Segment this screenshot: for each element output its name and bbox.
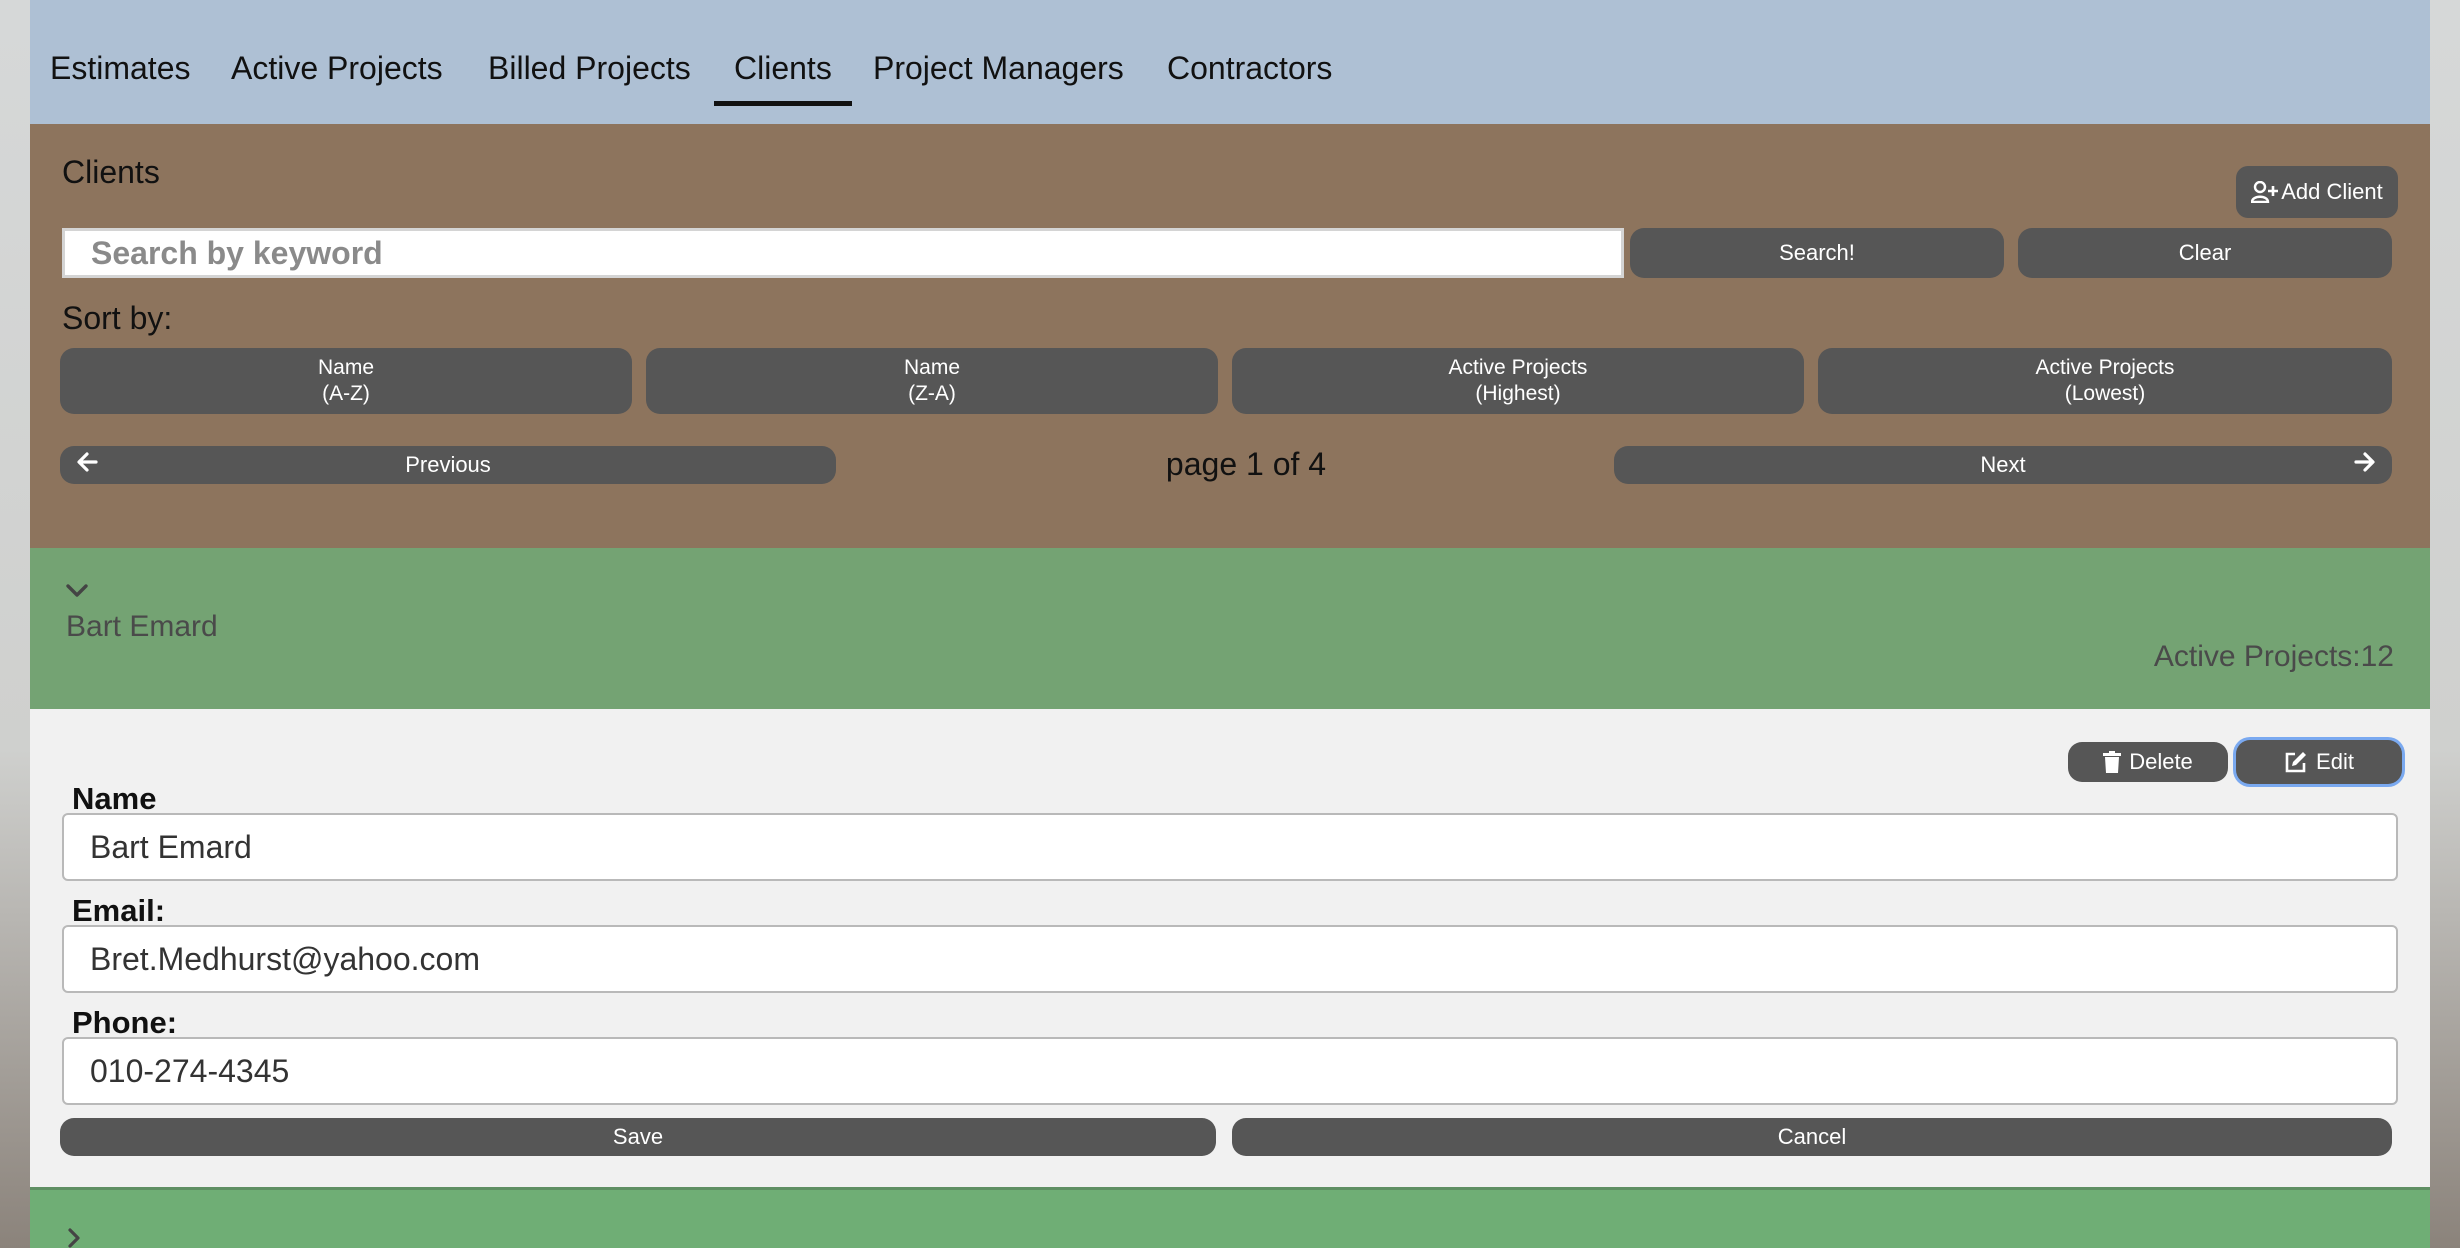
next-label: Next	[1980, 452, 2026, 477]
sort-option-sublabel: (A-Z)	[322, 382, 370, 405]
clear-button[interactable]: Clear	[2018, 228, 2392, 278]
chevron-right-icon[interactable]	[64, 1228, 84, 1248]
previous-page-button[interactable]: Previous	[60, 446, 836, 484]
edit-label: Edit	[2316, 749, 2354, 774]
tab-billed-projects[interactable]: Billed Projects	[488, 50, 691, 87]
active-projects-count: Active Projects:12	[2153, 640, 2394, 673]
phone-label: Phone:	[72, 1005, 178, 1040]
sort-active-highest-button[interactable]: Active Projects (Highest)	[1232, 348, 1804, 414]
name-field[interactable]	[62, 813, 2398, 881]
previous-label: Previous	[405, 452, 491, 477]
tab-clients[interactable]: Clients	[714, 50, 852, 106]
edit-icon	[2284, 750, 2308, 774]
sort-option-label: Active Projects	[1448, 356, 1588, 379]
page-title: Clients	[62, 154, 160, 190]
sort-option-label: Name	[317, 356, 375, 379]
arrow-right-icon	[2354, 451, 2376, 473]
name-label: Name	[72, 781, 157, 816]
client-row-header[interactable]: Bart Emard Active Projects:12	[30, 548, 2430, 709]
tab-contractors[interactable]: Contractors	[1167, 50, 1332, 87]
phone-field[interactable]	[62, 1037, 2398, 1105]
search-button[interactable]: Search!	[1630, 228, 2004, 278]
clients-panel: Clients Add Client Search! Clear Sort by…	[30, 124, 2430, 548]
sort-option-sublabel: (Z-A)	[908, 382, 956, 405]
sort-active-lowest-button[interactable]: Active Projects (Lowest)	[1818, 348, 2392, 414]
add-client-label: Add Client	[2281, 179, 2383, 204]
delete-label: Delete	[2129, 749, 2193, 774]
arrow-left-icon	[76, 451, 98, 473]
sort-option-label: Active Projects	[2035, 356, 2175, 379]
sort-option-sublabel: (Lowest)	[2064, 382, 2146, 405]
chevron-down-icon[interactable]	[64, 578, 90, 604]
user-plus-icon	[2251, 181, 2279, 203]
delete-button[interactable]: Delete	[2068, 742, 2228, 782]
email-label: Email:	[72, 893, 166, 928]
search-input[interactable]	[62, 228, 1624, 278]
tab-active-projects[interactable]: Active Projects	[231, 50, 443, 87]
sort-option-label: Name	[903, 356, 961, 379]
sort-label: Sort by:	[62, 300, 173, 336]
client-details: Delete Edit Name Email: Phone: Save Canc…	[30, 709, 2430, 1187]
sort-name-asc-button[interactable]: Name (A-Z)	[60, 348, 632, 414]
tab-project-managers[interactable]: Project Managers	[873, 50, 1124, 87]
next-page-button[interactable]: Next	[1614, 446, 2392, 484]
trash-icon	[2103, 751, 2122, 773]
sort-option-sublabel: (Highest)	[1475, 382, 1561, 405]
tab-estimates[interactable]: Estimates	[50, 50, 190, 87]
background-right	[2430, 0, 2460, 1248]
email-field[interactable]	[62, 925, 2398, 993]
edit-button[interactable]: Edit	[2236, 740, 2402, 784]
client-name: Bart Emard	[66, 610, 218, 643]
next-client-row-header[interactable]	[30, 1187, 2430, 1248]
app-container: Estimates Active Projects Billed Project…	[30, 0, 2430, 1248]
background-left	[0, 0, 30, 1248]
cancel-button[interactable]: Cancel	[1232, 1118, 2392, 1156]
add-client-button[interactable]: Add Client	[2236, 166, 2398, 218]
save-button[interactable]: Save	[60, 1118, 1216, 1156]
page-indicator: page 1 of 4	[1165, 446, 1327, 482]
sort-name-desc-button[interactable]: Name (Z-A)	[646, 348, 1218, 414]
top-nav: Estimates Active Projects Billed Project…	[30, 0, 2430, 124]
